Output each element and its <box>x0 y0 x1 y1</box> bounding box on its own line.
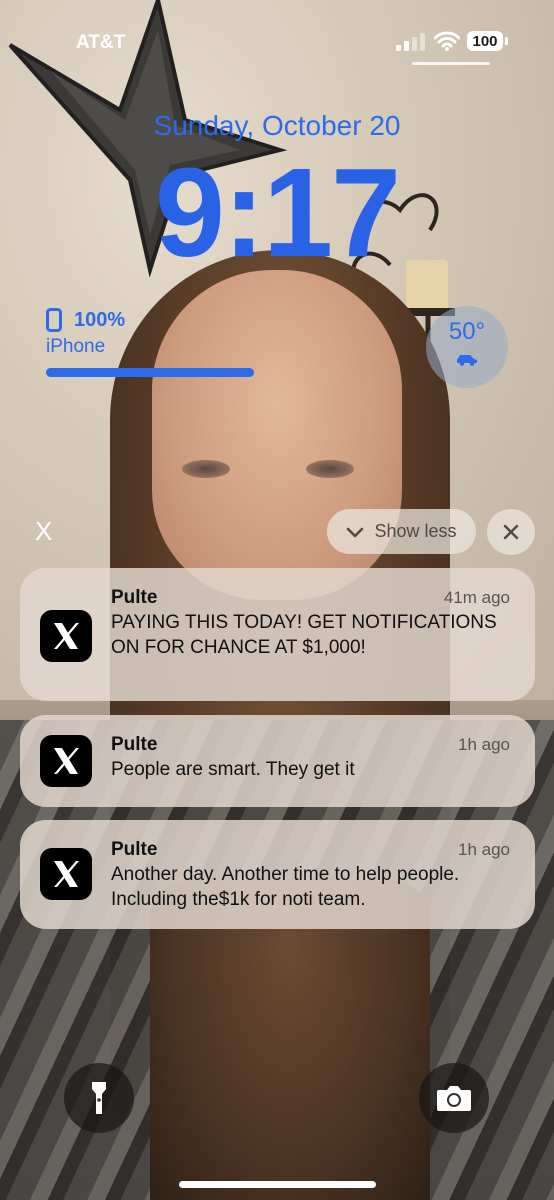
battery-indicator: 100 <box>467 31 503 51</box>
battery-widget-percent: 100% <box>74 308 126 331</box>
notification-body: Another day. Another time to help people… <box>111 864 460 910</box>
weather-widget[interactable]: 50° <box>426 306 508 388</box>
notification-time: 1h ago <box>458 840 510 859</box>
x-app-icon <box>40 735 92 787</box>
weather-temperature: 50° <box>448 318 486 345</box>
camera-button[interactable] <box>419 1063 489 1133</box>
clear-notifications-button[interactable] <box>487 509 535 555</box>
close-icon <box>503 524 519 540</box>
wallpaper-eye-left <box>182 460 230 478</box>
x-app-icon <box>40 848 92 900</box>
battery-level-label: 100 <box>472 32 498 50</box>
notification-title: Pulte <box>111 839 158 860</box>
battery-widget-device: iPhone <box>46 336 106 357</box>
x-app-icon <box>40 610 92 662</box>
notification-title: Pulte <box>111 587 158 608</box>
show-less-label: Show less <box>374 521 457 541</box>
car-icon <box>457 355 477 366</box>
status-underline <box>412 62 490 65</box>
notification-time: 1h ago <box>458 735 510 754</box>
battery-nub <box>505 37 508 45</box>
chevron-down-icon <box>347 527 364 537</box>
lock-time: 9:17 <box>154 142 401 283</box>
notification-time: 41m ago <box>443 588 510 607</box>
notification-card[interactable]: Pulte 1h ago People are smart. They get … <box>20 715 535 807</box>
wifi-icon <box>434 31 460 51</box>
wallpaper-eye-right <box>306 460 354 478</box>
notification-body: People are smart. They get it <box>111 759 355 780</box>
battery-widget[interactable]: 100% iPhone <box>46 308 266 388</box>
lock-date: Sunday, October 20 <box>153 110 401 141</box>
notification-group-label: X <box>35 516 53 546</box>
notification-title: Pulte <box>111 734 158 755</box>
show-less-button[interactable]: Show less <box>327 509 476 554</box>
home-indicator[interactable] <box>179 1181 376 1188</box>
phone-icon <box>46 308 62 332</box>
notification-card[interactable]: Pulte 1h ago Another day. Another time t… <box>20 820 535 929</box>
status-bar: AT&T 100 <box>0 0 554 80</box>
battery-widget-fill <box>46 368 254 377</box>
flashlight-icon <box>92 1082 106 1114</box>
camera-icon <box>437 1086 471 1111</box>
cellular-signal-icon <box>396 33 425 51</box>
battery-widget-bar <box>46 368 254 377</box>
flashlight-button[interactable] <box>64 1063 134 1133</box>
carrier-label: AT&T <box>76 32 126 53</box>
notification-body: PAYING THIS TODAY! GET NOTIFICATIONS ON … <box>111 612 497 658</box>
notification-card[interactable]: Pulte 41m ago PAYING THIS TODAY! GET NOT… <box>20 568 535 701</box>
